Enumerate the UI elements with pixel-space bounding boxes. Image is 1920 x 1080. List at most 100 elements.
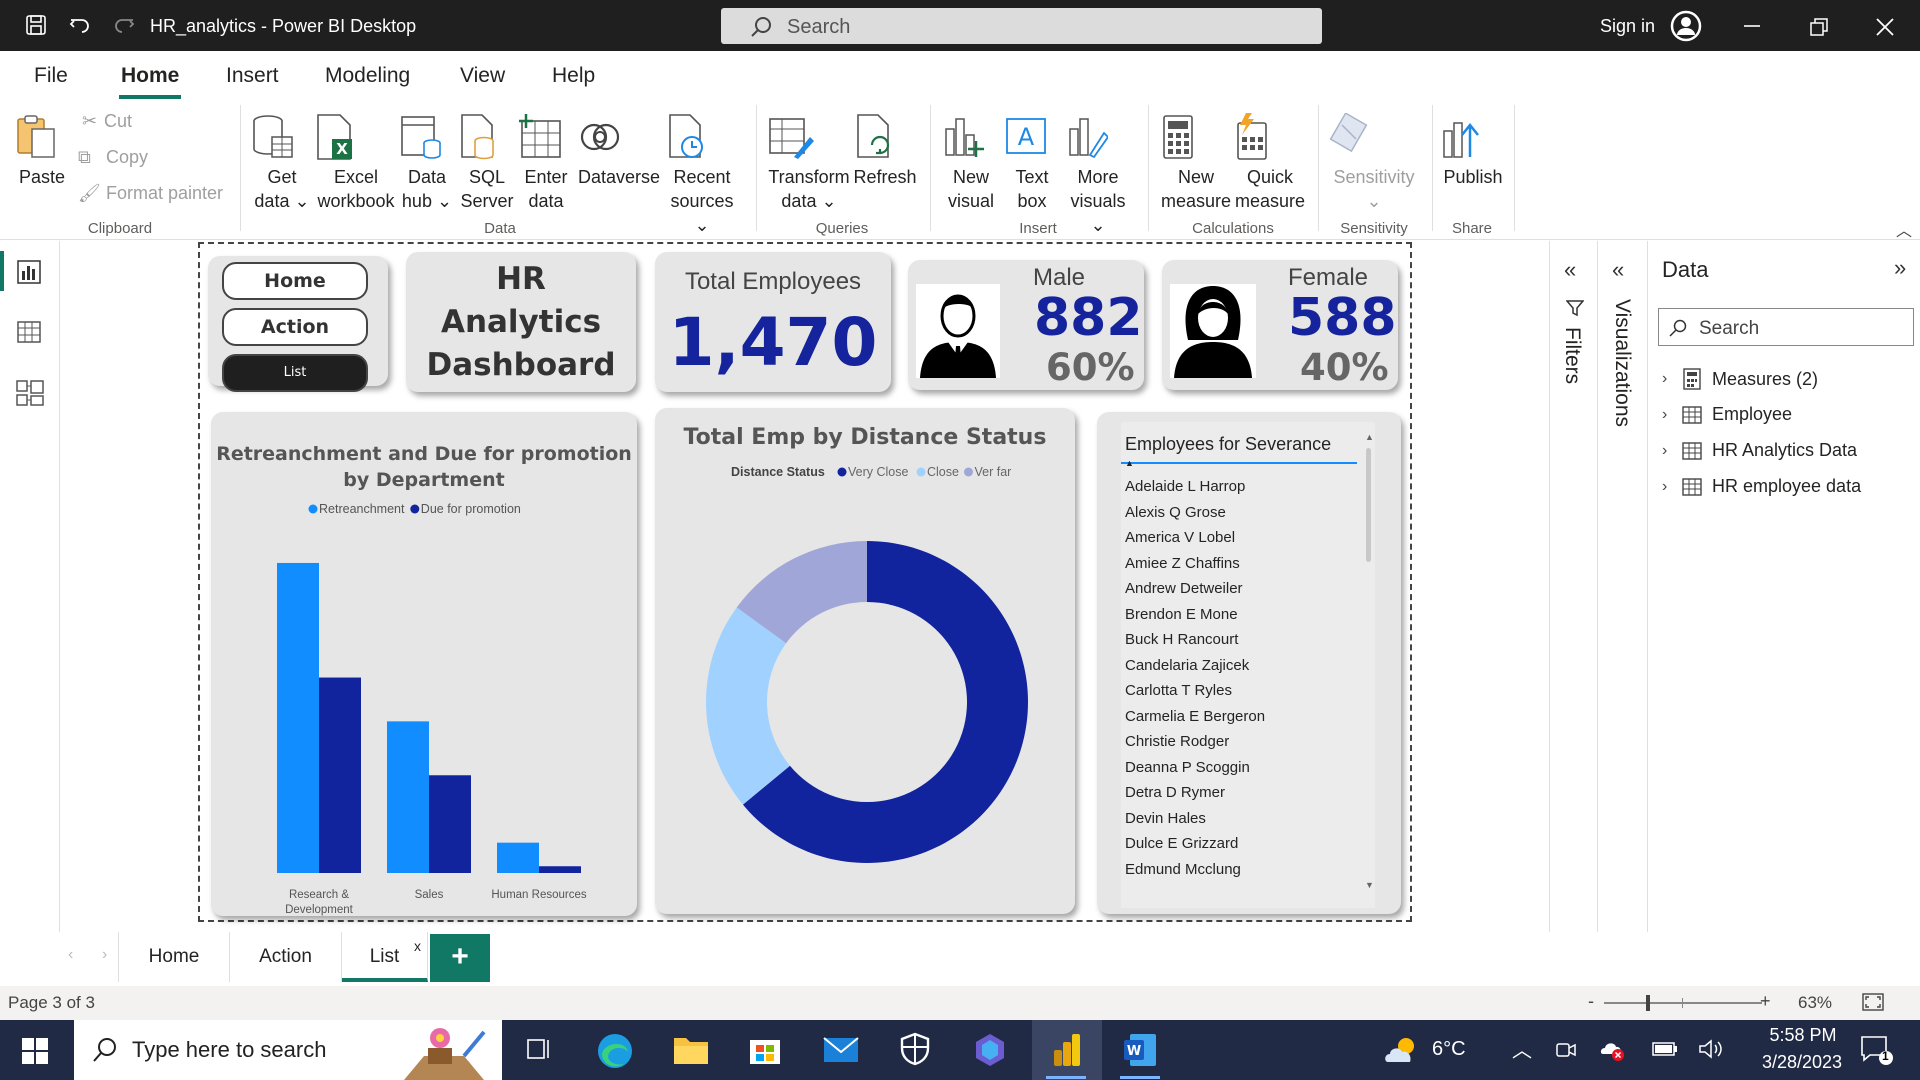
- excel-workbook-button[interactable]: X Excel workbook: [314, 113, 398, 213]
- menu-view[interactable]: View: [460, 64, 505, 88]
- menu-modeling[interactable]: Modeling: [325, 64, 410, 88]
- data-hub-button[interactable]: Data hub ⌄: [398, 113, 456, 213]
- severance-scrollbar[interactable]: ▲ ▼: [1365, 432, 1374, 896]
- word-icon[interactable]: W: [1122, 1032, 1158, 1068]
- publish-button[interactable]: Publish: [1438, 113, 1508, 189]
- new-measure-button[interactable]: New measure: [1158, 113, 1234, 213]
- taskbar-search-box[interactable]: Type here to search: [74, 1020, 502, 1080]
- severance-name-row[interactable]: Amiee Z Chaffins: [1125, 551, 1357, 577]
- microsoft-store-icon[interactable]: [748, 1032, 782, 1066]
- prev-page-icon[interactable]: ‹: [68, 946, 73, 964]
- save-icon[interactable]: [24, 13, 48, 37]
- severance-name-row[interactable]: Devin Hales: [1125, 806, 1357, 832]
- severance-name-row[interactable]: Detra D Rymer: [1125, 780, 1357, 806]
- page-tab-home[interactable]: Home: [118, 932, 230, 982]
- recent-sources-button[interactable]: Recent sources ⌄: [664, 113, 740, 237]
- severance-name-row[interactable]: Brendon E Mone: [1125, 602, 1357, 628]
- severance-name-row[interactable]: Buck H Rancourt: [1125, 627, 1357, 653]
- menu-help[interactable]: Help: [552, 64, 595, 88]
- fit-to-page-icon[interactable]: [1862, 993, 1884, 1011]
- severance-name-row[interactable]: Andrew Detweiler: [1125, 576, 1357, 602]
- severance-name-row[interactable]: Edmund Mcclung: [1125, 857, 1357, 883]
- new-visual-button[interactable]: New visual: [940, 113, 1002, 213]
- menu-file[interactable]: File: [34, 64, 68, 88]
- severance-name-row[interactable]: Christie Rodger: [1125, 729, 1357, 755]
- show-hidden-icons-icon[interactable]: ︿: [1512, 1034, 1532, 1063]
- restore-icon[interactable]: [1810, 18, 1828, 36]
- menu-insert[interactable]: Insert: [226, 64, 279, 88]
- page-tab-action[interactable]: Action: [230, 932, 342, 982]
- account-icon[interactable]: [1670, 10, 1702, 42]
- menu-home[interactable]: Home: [118, 64, 182, 99]
- zoom-out-button[interactable]: -: [1588, 991, 1594, 1012]
- file-explorer-icon[interactable]: [672, 1032, 710, 1068]
- undo-icon[interactable]: [68, 13, 92, 37]
- security-shield-icon[interactable]: [900, 1032, 930, 1066]
- sign-in-link[interactable]: Sign in: [1600, 16, 1655, 37]
- home-nav-button[interactable]: Home: [222, 262, 368, 300]
- collapse-ribbon-icon[interactable]: ︿: [1896, 217, 1912, 241]
- scroll-up-icon[interactable]: ▲: [1365, 432, 1374, 442]
- tree-item-hr-employee-data[interactable]: › HR employee data: [1662, 476, 1861, 497]
- severance-name-row[interactable]: Deanna P Scoggin: [1125, 755, 1357, 781]
- zoom-in-button[interactable]: +: [1760, 991, 1771, 1012]
- severance-name-row[interactable]: Alexis Q Grose: [1125, 500, 1357, 526]
- close-icon[interactable]: [1876, 18, 1894, 36]
- copilot-app-icon[interactable]: [972, 1032, 1008, 1068]
- clock-date[interactable]: 3/28/2023: [1745, 1052, 1859, 1073]
- power-bi-icon[interactable]: [1050, 1032, 1084, 1068]
- data-view-icon[interactable]: [16, 319, 42, 345]
- paste-button[interactable]: Paste: [14, 113, 70, 189]
- scroll-down-icon[interactable]: ▼: [1365, 880, 1374, 890]
- mail-icon[interactable]: [822, 1032, 860, 1066]
- volume-icon[interactable]: [1698, 1038, 1724, 1060]
- edge-browser-icon[interactable]: [596, 1032, 634, 1070]
- refresh-button[interactable]: Refresh: [852, 113, 918, 189]
- title-search-box[interactable]: Search: [721, 8, 1322, 44]
- filters-label[interactable]: Filters: [1560, 327, 1584, 384]
- severance-name-row[interactable]: Carlotta T Ryles: [1125, 678, 1357, 704]
- transform-data-button[interactable]: Transform data ⌄: [766, 113, 852, 213]
- expand-filters-icon[interactable]: «: [1564, 257, 1576, 283]
- data-search-input[interactable]: Search: [1658, 308, 1914, 346]
- list-nav-button[interactable]: List: [222, 354, 368, 392]
- model-view-icon[interactable]: [16, 379, 44, 407]
- expand-visualizations-icon[interactable]: «: [1612, 257, 1624, 283]
- recent-label-2: sources ⌄: [670, 191, 734, 235]
- report-view-icon[interactable]: [16, 259, 42, 285]
- zoom-slider[interactable]: [1604, 995, 1762, 1011]
- ribbon-separator: [930, 105, 931, 231]
- zoom-slider-thumb[interactable]: [1646, 995, 1650, 1011]
- tree-item-hr-analytics-data[interactable]: › HR Analytics Data: [1662, 440, 1857, 461]
- add-page-button[interactable]: +: [430, 934, 490, 982]
- windows-start-icon[interactable]: [22, 1038, 48, 1064]
- tree-item-employee[interactable]: › Employee: [1662, 404, 1792, 425]
- tree-item-measures[interactable]: › Measures (2): [1662, 368, 1818, 390]
- collapse-data-pane-icon[interactable]: »: [1894, 255, 1906, 281]
- weather-cloud-icon[interactable]: [1382, 1034, 1422, 1066]
- visualizations-label[interactable]: Visualizations: [1610, 299, 1634, 427]
- scrollbar-thumb[interactable]: [1366, 448, 1371, 562]
- enter-data-button[interactable]: Enter data: [518, 113, 574, 213]
- close-page-icon[interactable]: x: [414, 938, 421, 954]
- dataverse-button[interactable]: Dataverse: [578, 113, 660, 189]
- task-view-icon[interactable]: [524, 1032, 554, 1066]
- severance-name-row[interactable]: Carmelia E Bergeron: [1125, 704, 1357, 730]
- severance-name-row[interactable]: Dulce E Grizzard: [1125, 831, 1357, 857]
- text-box-button[interactable]: A Text box: [1004, 113, 1060, 213]
- severance-name-row[interactable]: Adelaide L Harrop: [1125, 474, 1357, 500]
- severance-column-header[interactable]: Employees for Severance ▲: [1121, 434, 1357, 468]
- severance-name-row[interactable]: Candelaria Zajicek: [1125, 653, 1357, 679]
- clock-time[interactable]: 5:58 PM: [1756, 1025, 1850, 1046]
- severance-name-row[interactable]: America V Lobel: [1125, 525, 1357, 551]
- next-page-icon[interactable]: ›: [102, 946, 107, 964]
- battery-icon[interactable]: [1652, 1040, 1678, 1058]
- meet-now-icon[interactable]: [1556, 1040, 1576, 1060]
- quick-measure-button[interactable]: Quick measure: [1232, 113, 1308, 213]
- onedrive-error-icon[interactable]: [1600, 1038, 1626, 1062]
- minimize-icon[interactable]: [1742, 24, 1762, 28]
- action-nav-button[interactable]: Action: [222, 308, 368, 346]
- sql-server-button[interactable]: SQL Server: [458, 113, 516, 213]
- more-visuals-button[interactable]: More visuals ⌄: [1064, 113, 1132, 237]
- get-data-button[interactable]: Get data ⌄: [250, 113, 314, 213]
